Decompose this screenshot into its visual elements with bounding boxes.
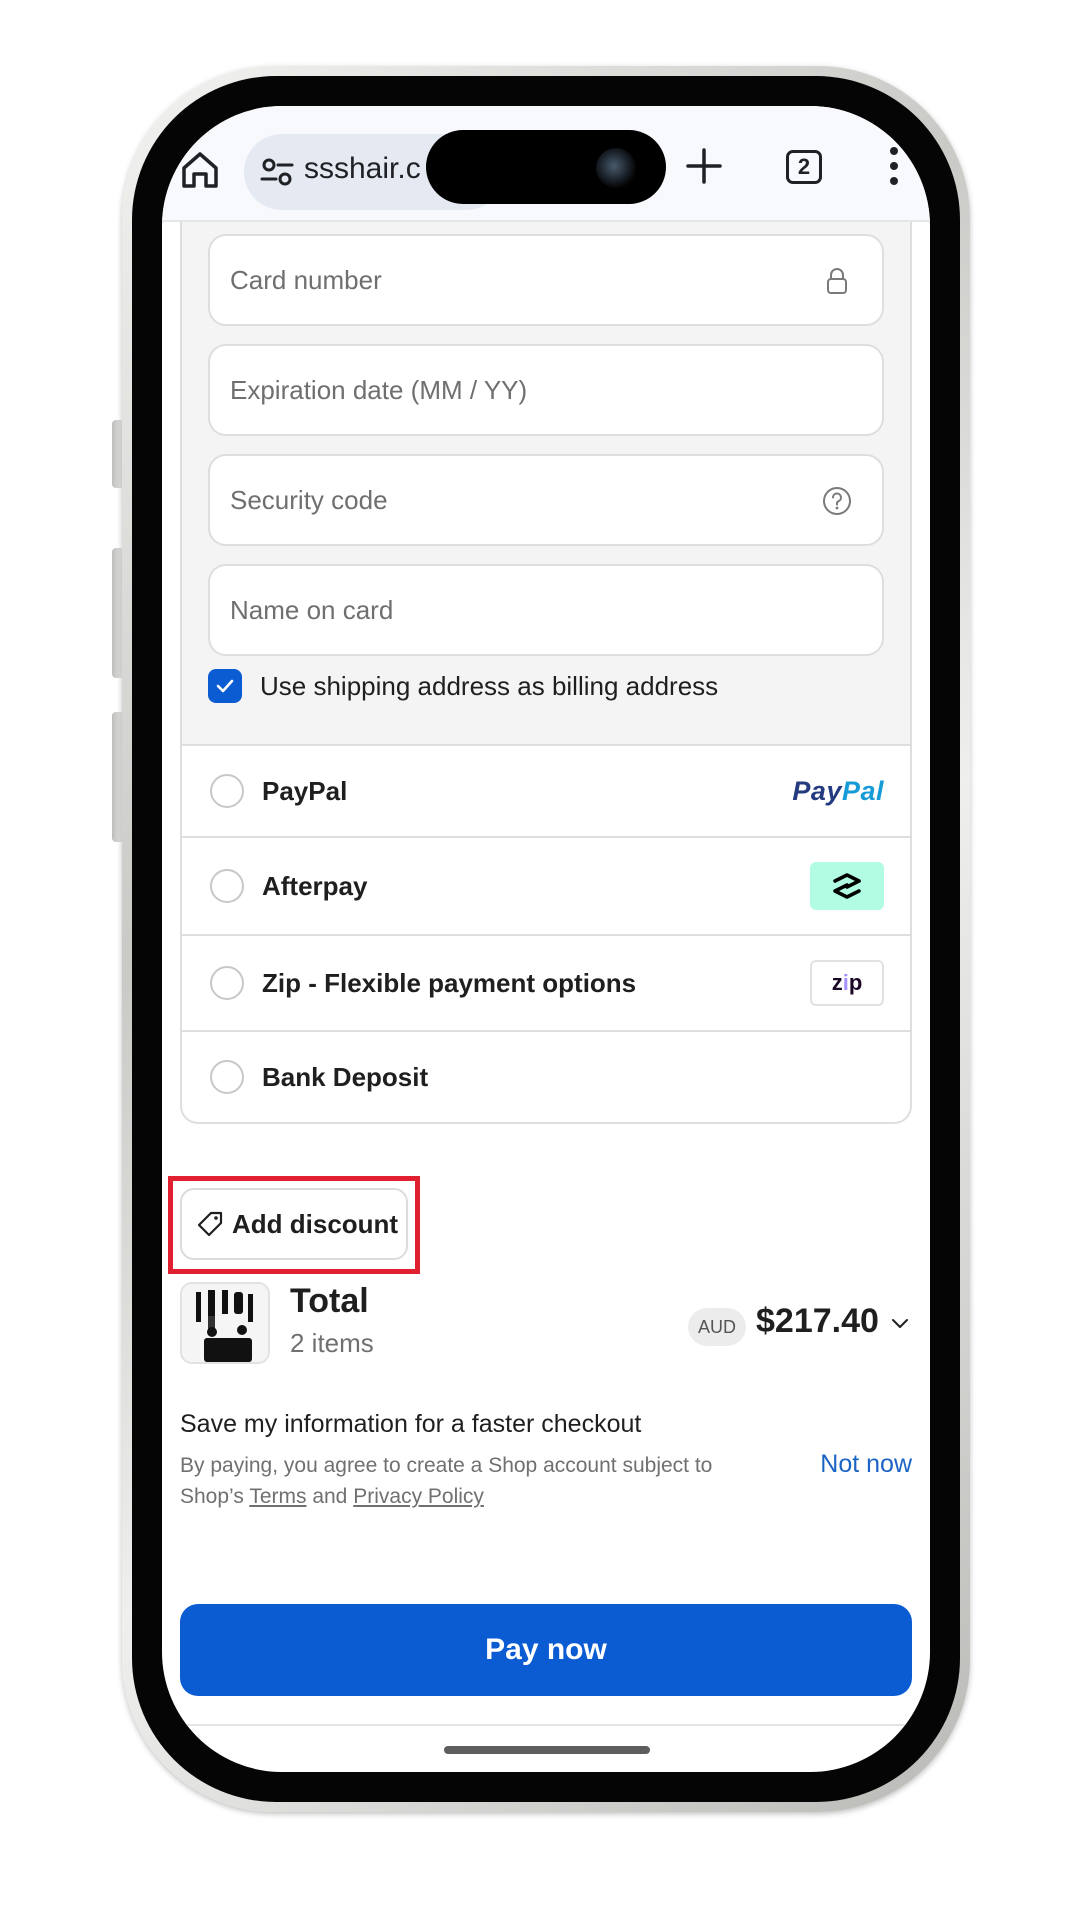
total-title: Total [290,1282,369,1320]
paypal-logo-text-pal: Pal [841,775,884,806]
new-tab-icon[interactable] [684,146,724,186]
front-camera [596,148,636,188]
security-code-field[interactable] [208,454,884,546]
and-text: and [312,1485,348,1508]
name-on-card-field[interactable] [208,564,884,656]
expiry-date-field[interactable] [208,344,884,436]
radio-button[interactable] [210,1060,244,1094]
url-text: ssshair.c [304,152,421,185]
lock-icon [827,268,847,294]
checkmark-icon [216,679,234,693]
payment-option-bank-deposit[interactable]: Bank Deposit [182,1032,910,1122]
expiry-date-input[interactable] [230,346,790,434]
tag-icon [197,1211,223,1237]
product-thumbnail [180,1282,270,1364]
phone-screen: ssshair.c 2 Card number Expiration date … [162,106,930,1772]
save-info-title: Save my information for a faster checkou… [180,1410,642,1438]
afterpay-logo [810,862,884,910]
payment-option-zip[interactable]: Zip - Flexible payment options zip [182,936,910,1032]
billing-checkbox[interactable] [208,669,242,703]
zip-logo-text-p: p [848,970,863,995]
afterpay-arrows-icon [833,873,861,899]
pay-now-button[interactable]: Pay now [180,1604,912,1696]
zip-logo: zip [810,960,884,1006]
home-indicator[interactable] [444,1746,650,1754]
payment-option-paypal[interactable]: PayPal PayPal [182,746,910,838]
browser-toolbar: ssshair.c 2 [162,106,930,222]
billing-checkbox-label: Use shipping address as billing address [260,670,719,701]
terms-link[interactable]: Terms [249,1485,306,1508]
home-icon[interactable] [178,148,222,192]
payment-option-label: Afterpay [262,870,368,901]
chevron-down-icon[interactable] [890,1316,910,1332]
not-now-button[interactable]: Not now [820,1450,912,1479]
paypal-logo: PayPal [792,776,884,807]
add-discount-button[interactable]: Add discount [180,1188,408,1260]
radio-button[interactable] [210,869,244,903]
payment-option-label: Zip - Flexible payment options [262,967,637,998]
more-options-icon[interactable] [884,144,904,188]
radio-button[interactable] [210,774,244,808]
save-info-description: By paying, you agree to create a Shop ac… [180,1450,780,1512]
zip-logo-text-z: z [831,970,843,995]
card-number-input[interactable] [230,236,790,324]
payment-option-afterpay[interactable]: Afterpay [182,838,910,936]
order-total-summary[interactable]: Total 2 items AUD $217.40 [180,1282,912,1366]
hair-brush-set-image [182,1284,268,1362]
payment-option-label: PayPal [262,775,348,806]
security-code-input[interactable] [230,456,790,544]
billing-address-option[interactable]: Use shipping address as billing address [208,666,718,706]
radio-button[interactable] [210,966,244,1000]
name-on-card-input[interactable] [230,566,790,654]
card-number-field[interactable] [208,234,884,326]
payment-methods-list: PayPal PayPal Afterpay Zip - Flexible pa… [180,746,912,1124]
privacy-policy-link[interactable]: Privacy Policy [353,1485,484,1508]
dynamic-island [426,130,666,204]
add-discount-label: Add discount [232,1208,399,1239]
credit-card-panel: Use shipping address as billing address [180,222,912,746]
currency-badge: AUD [688,1308,747,1346]
total-item-count: 2 items [290,1328,374,1358]
paypal-logo-text-pay: Pay [792,775,842,806]
divider [180,1724,912,1726]
site-settings-icon[interactable] [260,156,294,188]
tab-switcher-button[interactable]: 2 [786,150,822,184]
help-icon[interactable] [822,486,852,516]
payment-option-label: Bank Deposit [262,1061,429,1092]
total-amount: $217.40 [756,1302,879,1340]
